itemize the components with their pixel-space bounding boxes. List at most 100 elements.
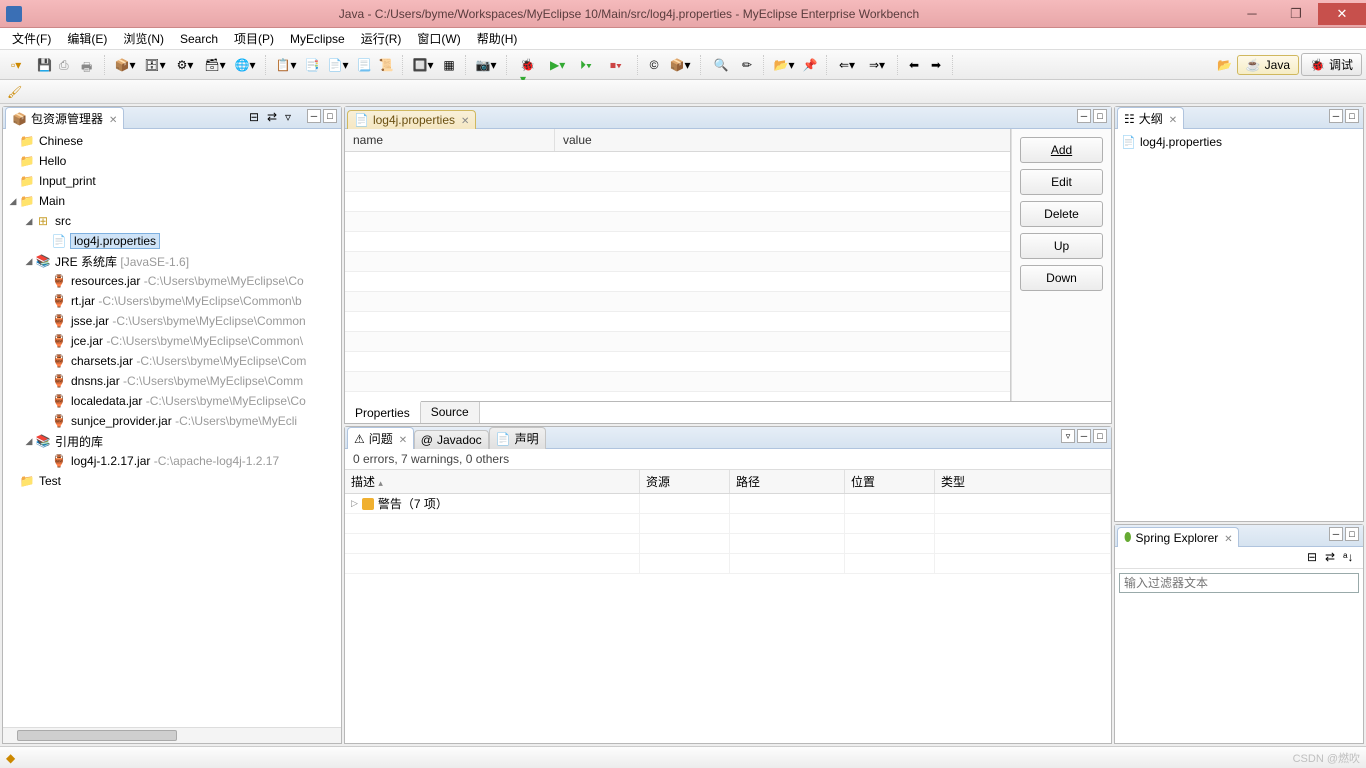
edit-button[interactable]: Edit: [1020, 169, 1103, 195]
minimize-view-icon[interactable]: ─: [1329, 527, 1343, 541]
close-icon[interactable]: ✕: [1169, 115, 1177, 123]
menu-project[interactable]: 项目(P): [226, 28, 282, 49]
spring-filter-input[interactable]: [1119, 573, 1359, 593]
perspective-debug[interactable]: 🐞 调试: [1301, 53, 1362, 76]
view-menu-icon[interactable]: ▿: [285, 110, 301, 126]
menu-file[interactable]: 文件(F): [4, 28, 59, 49]
web-button[interactable]: 🌐▾: [231, 55, 259, 75]
close-icon[interactable]: ✕: [109, 115, 117, 123]
link-editor-icon[interactable]: ⇄: [267, 110, 283, 126]
new-button[interactable]: ▫▾: [4, 55, 32, 75]
col-type[interactable]: 类型: [935, 470, 1111, 493]
views-button[interactable]: ▦: [439, 55, 459, 75]
tree-row[interactable]: 🏺 dnsns.jar -C:\Users\byme\MyEclipse\Com…: [3, 371, 341, 391]
tree-row[interactable]: 📁 Chinese: [3, 131, 341, 151]
tree-row[interactable]: 🏺 jsse.jar -C:\Users\byme\MyEclipse\Comm…: [3, 311, 341, 331]
tree-row[interactable]: 📁 Hello: [3, 151, 341, 171]
menu-window[interactable]: 窗口(W): [409, 28, 468, 49]
brush-icon[interactable]: 🖌: [4, 82, 24, 102]
problems-tab[interactable]: ⚠ 问题 ✕: [347, 427, 414, 449]
tree-row[interactable]: ◢ 📚 引用的库: [3, 431, 341, 451]
close-icon[interactable]: ✕: [461, 116, 469, 124]
external-button[interactable]: ⏹▾: [603, 55, 631, 75]
highlight-button[interactable]: ✏: [737, 55, 757, 75]
tree-row[interactable]: 🏺 rt.jar -C:\Users\byme\MyEclipse\Common…: [3, 291, 341, 311]
expand-icon[interactable]: ◢: [23, 436, 35, 447]
fwd-button[interactable]: ➡: [926, 55, 946, 75]
tool-button[interactable]: ⚙▾: [171, 55, 199, 75]
tree-row[interactable]: 🏺 log4j-1.2.17.jar -C:\apache-log4j-1.2.…: [3, 451, 341, 471]
tree-row[interactable]: 📄 log4j.properties: [3, 231, 341, 251]
javadoc-tab[interactable]: @ Javadoc: [414, 430, 489, 449]
link-icon[interactable]: ⇄: [1325, 550, 1341, 566]
perspective-java[interactable]: ☕ Java: [1237, 55, 1299, 75]
package-explorer-tab[interactable]: 📦 包资源管理器 ✕: [5, 107, 124, 129]
horizontal-scrollbar[interactable]: [3, 727, 341, 743]
outline-tab[interactable]: ☷ 大纲 ✕: [1117, 107, 1184, 129]
properties-table[interactable]: name value: [345, 129, 1011, 401]
menu-search[interactable]: Search: [172, 30, 226, 48]
tree-row[interactable]: ◢ 📁 Main: [3, 191, 341, 211]
maximize-button[interactable]: ❐: [1274, 3, 1318, 25]
maximize-view-icon[interactable]: □: [1345, 109, 1359, 123]
minimize-view-icon[interactable]: ─: [1329, 109, 1343, 123]
down-button[interactable]: Down: [1020, 265, 1103, 291]
up-button[interactable]: Up: [1020, 233, 1103, 259]
spring-explorer-tab[interactable]: ⬮ Spring Explorer ✕: [1117, 527, 1239, 547]
pin-button[interactable]: 📌: [800, 55, 820, 75]
tree-row[interactable]: 🏺 charsets.jar -C:\Users\byme\MyEclipse\…: [3, 351, 341, 371]
tree-row[interactable]: 🏺 localedata.jar -C:\Users\byme\MyEclips…: [3, 391, 341, 411]
wizard1-button[interactable]: 📋▾: [272, 55, 300, 75]
camera-button[interactable]: 📷▾: [472, 55, 500, 75]
minimize-view-icon[interactable]: ─: [1077, 109, 1091, 123]
db-button[interactable]: 🗃▾: [201, 55, 229, 75]
source-tab[interactable]: Source: [421, 402, 480, 423]
maximize-view-icon[interactable]: □: [1093, 429, 1107, 443]
maximize-view-icon[interactable]: □: [323, 109, 337, 123]
maximize-view-icon[interactable]: □: [1093, 109, 1107, 123]
col-resource[interactable]: 资源: [640, 470, 730, 493]
sort-icon[interactable]: ᵃ↓: [1343, 550, 1359, 566]
outline-item[interactable]: 📄 log4j.properties: [1121, 135, 1357, 149]
debug-button[interactable]: 🐞▾: [513, 55, 541, 75]
nav1-button[interactable]: ⇐▾: [833, 55, 861, 75]
minimize-view-icon[interactable]: ─: [307, 109, 321, 123]
open-perspective-button[interactable]: 📂: [1215, 55, 1235, 75]
delete-button[interactable]: Delete: [1020, 201, 1103, 227]
tree-row[interactable]: ◢ ⊞ src: [3, 211, 341, 231]
close-button[interactable]: ✕: [1318, 3, 1366, 25]
package-tree[interactable]: 📁 Chinese 📁 Hello 📁 Input_print ◢ 📁 Main…: [3, 129, 341, 727]
print-button[interactable]: 🖶: [78, 55, 98, 75]
nav2-button[interactable]: ⇒▾: [863, 55, 891, 75]
column-name[interactable]: name: [345, 129, 555, 151]
properties-tab[interactable]: Properties: [345, 401, 421, 423]
menu-edit[interactable]: 编辑(E): [59, 28, 115, 49]
minimize-button[interactable]: ─: [1230, 3, 1274, 25]
collapse-all-icon[interactable]: ⊟: [249, 110, 265, 126]
tree-row[interactable]: ◢ 📚 JRE 系统库 [JavaSE-1.6]: [3, 251, 341, 271]
run-button[interactable]: ▶▾: [543, 55, 571, 75]
expand-icon[interactable]: ◢: [23, 216, 35, 227]
tree-row[interactable]: 📁 Test: [3, 471, 341, 491]
tree-row[interactable]: 🏺 sunjce_provider.jar -C:\Users\byme\MyE…: [3, 411, 341, 431]
editor-tab[interactable]: 📄 log4j.properties ✕: [347, 110, 476, 129]
close-icon[interactable]: ✕: [399, 435, 407, 443]
deploy-button[interactable]: 📦▾: [111, 55, 139, 75]
run-last-button[interactable]: ⏵▾: [573, 55, 601, 75]
new-pkg-button[interactable]: 📦▾: [666, 55, 694, 75]
collapse-icon[interactable]: ⊟: [1307, 550, 1323, 566]
menu-run[interactable]: 运行(R): [353, 28, 410, 49]
add-button[interactable]: Add: [1020, 137, 1103, 163]
save-button[interactable]: 💾: [34, 55, 54, 75]
wizard2-button[interactable]: 📑: [302, 55, 322, 75]
expand-icon[interactable]: ◢: [7, 196, 19, 207]
col-location[interactable]: 位置: [845, 470, 935, 493]
warnings-group-row[interactable]: ▷警告（7 项）: [345, 494, 1111, 514]
server-button[interactable]: 🗄▾: [141, 55, 169, 75]
task-button[interactable]: 📂▾: [770, 55, 798, 75]
menu-navigate[interactable]: 浏览(N): [115, 28, 172, 49]
menu-help[interactable]: 帮助(H): [469, 28, 526, 49]
minimize-view-icon[interactable]: ─: [1077, 429, 1091, 443]
maximize-view-icon[interactable]: □: [1345, 527, 1359, 541]
wizard4-button[interactable]: 📃: [354, 55, 374, 75]
